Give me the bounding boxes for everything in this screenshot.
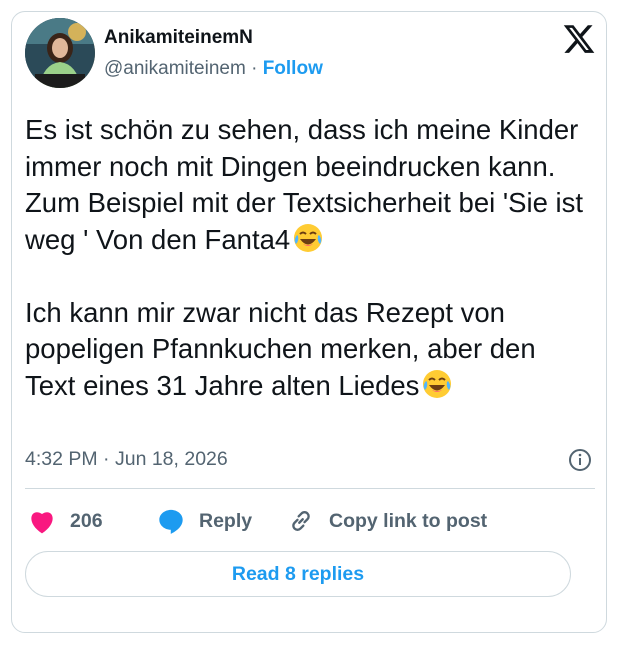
- info-icon[interactable]: [568, 448, 592, 472]
- x-logo-icon[interactable]: [562, 22, 596, 56]
- tweet-text: Es ist schön zu sehen, dass ich meine Ki…: [25, 112, 585, 404]
- face-with-tears-of-joy-icon: [421, 368, 453, 400]
- separator-dot: ·: [103, 448, 110, 470]
- tweet-date: Jun 18, 2026: [114, 448, 228, 470]
- link-icon: [292, 511, 310, 531]
- divider: [25, 488, 595, 489]
- reply-bubble-icon: [159, 509, 183, 534]
- heart-icon: [31, 512, 53, 534]
- action-bar: 206 Reply Copy link to post: [25, 506, 585, 536]
- avatar[interactable]: [25, 18, 95, 88]
- author-display-name[interactable]: AnikamiteinemN: [104, 27, 253, 49]
- like-button[interactable]: 206: [28, 506, 103, 536]
- reply-button[interactable]: Reply: [157, 506, 252, 536]
- copy-link-label: Copy link to post: [329, 509, 488, 532]
- follow-button[interactable]: Follow: [263, 58, 323, 79]
- like-count: 206: [70, 509, 103, 532]
- tweet-timestamp[interactable]: 4:32 PM · Jun 18, 2026: [25, 448, 228, 471]
- copy-link-button[interactable]: Copy link to post: [287, 506, 487, 536]
- separator-dot: ·: [251, 58, 258, 79]
- face-with-tears-of-joy-icon: [292, 222, 324, 254]
- author-handle-row: @anikamiteinem · Follow: [104, 58, 323, 80]
- read-replies-button[interactable]: Read 8 replies: [25, 551, 571, 597]
- author-handle[interactable]: @anikamiteinem: [104, 58, 246, 79]
- tweet-time: 4:32 PM: [25, 448, 98, 470]
- reply-label: Reply: [199, 509, 253, 532]
- tweet-paragraph-2: Ich kann mir zwar nicht das Rezept von p…: [25, 296, 543, 401]
